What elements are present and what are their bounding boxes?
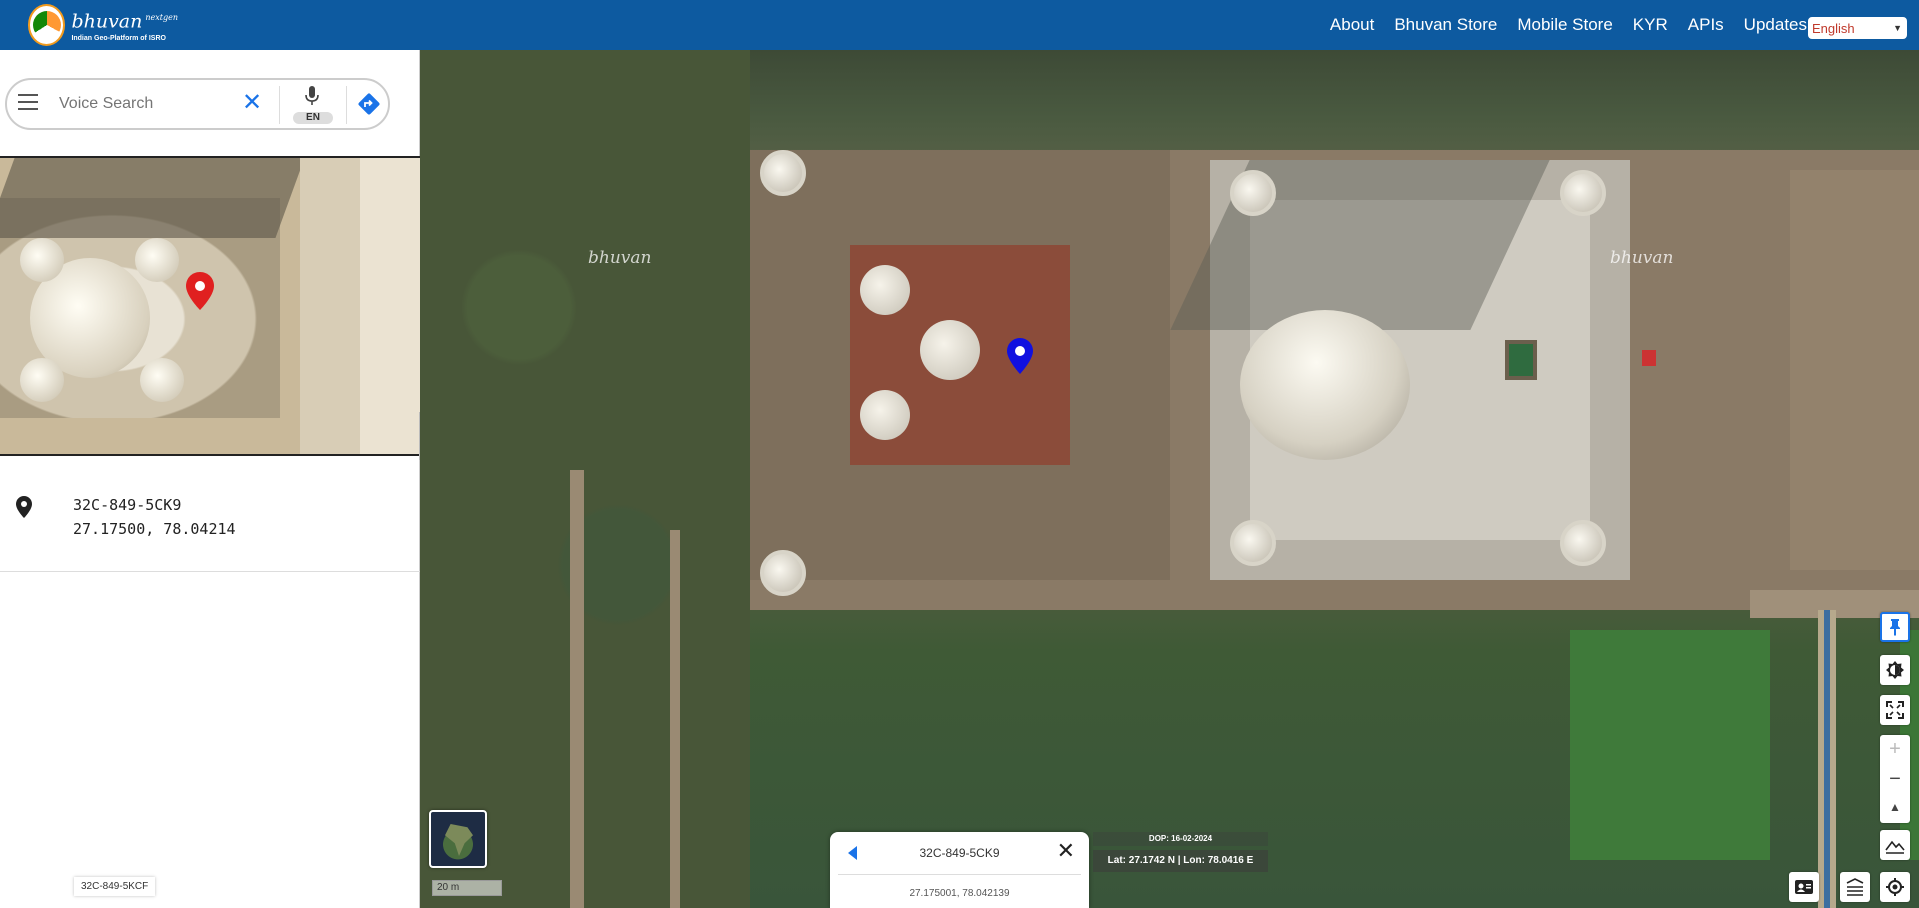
popup-title: 32C-849-5CK9: [919, 846, 1000, 860]
top-header: bhuvan nextgen Indian Geo-Platform of ISR…: [0, 0, 1919, 50]
nav-about[interactable]: About: [1330, 15, 1374, 35]
location-preview-image: [0, 156, 420, 456]
location-popup: 32C-849-5CK9 ✕ 27.175001, 78.042139: [830, 832, 1089, 908]
cursor-latlon: Lat: 27.1742 N | Lon: 78.0416 E: [1093, 850, 1268, 872]
chevron-down-icon: ▼: [1893, 23, 1902, 33]
pin-button[interactable]: [1880, 612, 1910, 642]
zoom-controls: + − ▲: [1880, 735, 1910, 823]
nav-bhuvan-store[interactable]: Bhuvan Store: [1394, 15, 1497, 35]
reset-rotation-button[interactable]: ▲: [1880, 793, 1910, 821]
nav-mobile-store[interactable]: Mobile Store: [1517, 15, 1612, 35]
crosshair-icon: [1886, 878, 1904, 896]
search-input[interactable]: [59, 92, 229, 116]
divider: [346, 86, 347, 124]
scale-bar: 20 m: [432, 880, 502, 896]
layers-button[interactable]: [1840, 872, 1870, 902]
terrain-button[interactable]: [1880, 830, 1910, 860]
nav-apis[interactable]: APIs: [1688, 15, 1724, 35]
nav-updates[interactable]: Updates: [1744, 15, 1807, 35]
zoom-out-button[interactable]: −: [1880, 765, 1910, 793]
fullscreen-button[interactable]: [1880, 695, 1910, 725]
my-location-button[interactable]: [1880, 872, 1910, 902]
mountain-icon: [1885, 840, 1905, 854]
map-watermark: bhuvan: [588, 248, 652, 268]
close-icon[interactable]: ✕: [1057, 840, 1075, 862]
map-canvas[interactable]: bhuvan bhuvan: [420, 50, 1919, 908]
contact-card-button[interactable]: [1789, 872, 1819, 902]
directions-icon[interactable]: [357, 92, 381, 116]
digipin-label: 32C-849-5KCF: [74, 877, 156, 896]
fullscreen-icon: [1886, 701, 1904, 719]
theme-toggle-button[interactable]: [1880, 655, 1910, 685]
overview-map-thumbnail[interactable]: [429, 810, 487, 868]
popup-coordinates: 27.175001, 78.042139: [909, 888, 1010, 899]
main-nav: About Bhuvan Store Mobile Store KYR APIs…: [1330, 0, 1807, 50]
menu-icon[interactable]: [18, 94, 38, 110]
logo-sup: nextgen: [145, 13, 178, 23]
search-bar: ✕ EN: [5, 78, 390, 130]
sidebar: ✕ EN: [0, 50, 420, 908]
map-watermark: bhuvan: [1610, 248, 1674, 268]
divider: [279, 86, 280, 124]
place-coordinates: 27.17500, 78.04214: [73, 520, 236, 538]
date-of-pass: DOP: 16-02-2024: [1093, 832, 1268, 846]
brightness-icon: [1886, 661, 1904, 679]
logo-subtitle: Indian Geo-Platform of ISRO: [71, 34, 166, 42]
map-marker-icon[interactable]: [1007, 338, 1033, 374]
language-select[interactable]: English ▼: [1808, 17, 1907, 39]
location-pin-icon: [16, 496, 32, 518]
isro-emblem-icon: [28, 4, 66, 46]
zoom-in-button[interactable]: +: [1880, 735, 1910, 763]
voice-language-badge: EN: [293, 112, 333, 124]
language-value: English: [1812, 20, 1855, 36]
logo-title: bhuvan: [71, 10, 143, 33]
voice-search-button[interactable]: EN: [290, 84, 334, 126]
pushpin-icon: [1890, 619, 1900, 636]
place-details: 32C-849-5CK9 27.17500, 78.04214: [0, 470, 420, 572]
close-icon[interactable]: ✕: [242, 90, 262, 116]
location-pin-icon: [186, 272, 214, 310]
layers-icon: [1846, 878, 1864, 896]
bhuvan-logo[interactable]: bhuvan nextgen Indian Geo-Platform of ISR…: [28, 4, 178, 46]
contact-card-icon: [1795, 880, 1813, 894]
nav-kyr[interactable]: KYR: [1633, 15, 1668, 35]
place-code: 32C-849-5CK9: [73, 496, 182, 514]
microphone-icon: [305, 86, 319, 105]
